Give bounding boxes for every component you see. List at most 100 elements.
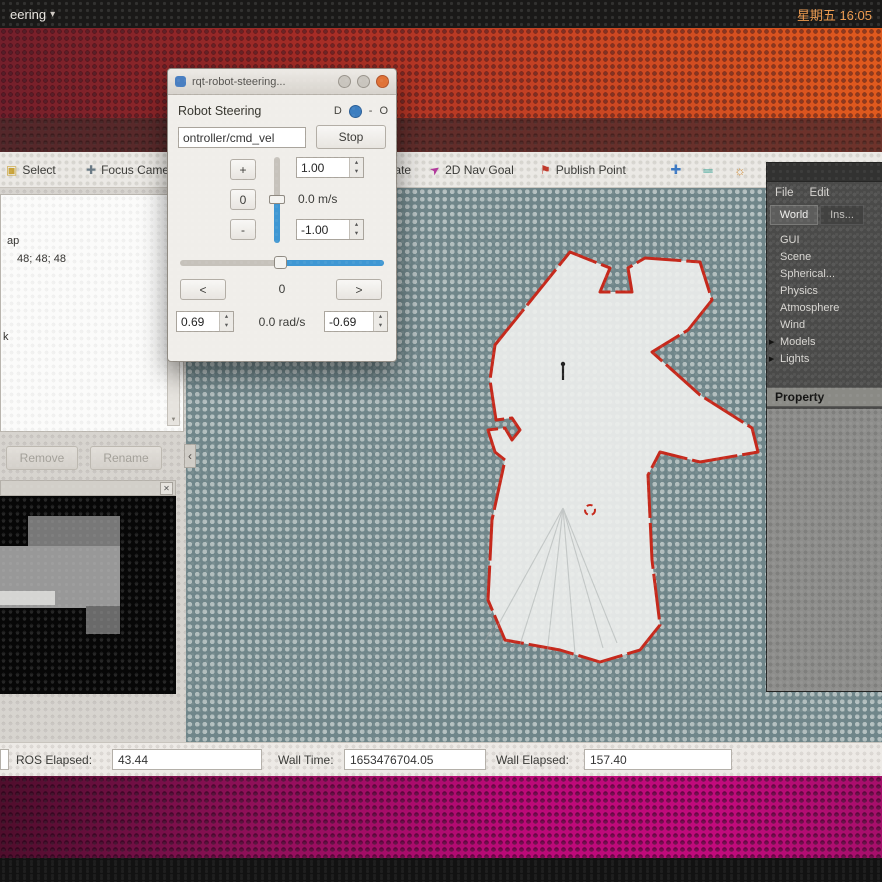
linear-max-spinbox[interactable]: 1.00 ▴ ▾: [296, 157, 364, 178]
spinner-arrows[interactable]: ▴ ▾: [349, 158, 363, 177]
linear-increase-button[interactable]: +: [230, 159, 256, 180]
collapse-icon: ‹: [188, 449, 192, 463]
angular-slider-fill: [284, 260, 384, 266]
bottom-bezel: [0, 858, 882, 882]
steering-window-title: rqt-robot-steering...: [192, 76, 332, 88]
gazebo-world-tree: GUI Scene Spherical... Physics Atmospher…: [767, 231, 882, 367]
wall-elapsed-field[interactable]: 157.40: [584, 749, 732, 770]
tool-move-button[interactable]: ✚: [664, 158, 688, 182]
plus-label: +: [239, 163, 246, 177]
linear-decrease-button[interactable]: -: [230, 219, 256, 240]
linear-slider-handle[interactable]: [269, 195, 285, 204]
ros-elapsed-field[interactable]: 43.44: [112, 749, 262, 770]
gazebo-panel: File Edit World Ins... GUI Scene Spheric…: [766, 162, 882, 692]
angular-min-value[interactable]: -0.69: [325, 312, 373, 331]
brightness-icon: ☼: [734, 163, 746, 178]
tree-item-label: Lights: [780, 353, 809, 365]
wall-elapsed-label: Wall Elapsed:: [496, 753, 569, 767]
spinner-arrows[interactable]: ▴ ▾: [219, 312, 233, 331]
rviz-toolbar: ▣ Select ✚ Focus Camera ✚ 2D Pose Estima…: [0, 152, 882, 188]
angular-slider-handle[interactable]: [274, 256, 287, 269]
wall-elapsed-value: 157.40: [590, 753, 627, 767]
display-item-k[interactable]: k: [3, 331, 9, 343]
spin-down-icon[interactable]: ▾: [374, 322, 387, 332]
angular-min-spinbox[interactable]: -0.69 ▴ ▾: [324, 311, 388, 332]
close-button[interactable]: [376, 75, 389, 88]
topbar-app-title[interactable]: eering: [10, 7, 46, 22]
tree-item-physics[interactable]: Physics: [767, 282, 882, 299]
display-item-color-value[interactable]: 48; 48; 48: [17, 253, 66, 265]
tab-insert[interactable]: Ins...: [820, 205, 864, 225]
tree-item-scene[interactable]: Scene: [767, 248, 882, 265]
image-panel-close-button[interactable]: ✕: [160, 482, 173, 495]
tree-item-spherical[interactable]: Spherical...: [767, 265, 882, 282]
tree-item-label: Scene: [780, 251, 811, 263]
topic-input[interactable]: ontroller/cmd_vel: [178, 127, 306, 148]
tool-select[interactable]: ▣ Select: [6, 152, 56, 187]
panel-collapse-button[interactable]: ‹: [184, 444, 196, 468]
wallpaper-bottom: [0, 776, 882, 858]
tool-select-label: Select: [22, 163, 55, 177]
spin-down-icon[interactable]: ▾: [350, 168, 363, 178]
ros-elapsed-label: ROS Elapsed:: [16, 753, 92, 767]
spinner-arrows[interactable]: ▴ ▾: [349, 220, 363, 239]
linear-zero-button[interactable]: 0: [230, 189, 256, 210]
tree-item-atmosphere[interactable]: Atmosphere: [767, 299, 882, 316]
tree-arrow-icon[interactable]: ▶: [769, 355, 774, 363]
angular-left-button[interactable]: <: [180, 279, 226, 300]
dock-d-button[interactable]: D: [334, 105, 342, 117]
menu-file[interactable]: File: [775, 187, 794, 199]
angular-right-button[interactable]: >: [336, 279, 382, 300]
spin-up-icon[interactable]: ▴: [374, 312, 387, 322]
tree-item-gui[interactable]: GUI: [767, 231, 882, 248]
screen: eering ▾ 星期五 16:05 ▣ Select ✚ Focus Came…: [0, 0, 882, 882]
status-field-stub[interactable]: [0, 749, 9, 770]
spin-down-icon[interactable]: ▾: [220, 322, 233, 332]
tree-item-wind[interactable]: Wind: [767, 316, 882, 333]
tool-2d-nav-goal[interactable]: ➤ 2D Nav Goal: [430, 152, 514, 187]
tree-item-lights[interactable]: ▶ Lights: [767, 350, 882, 367]
tool-publish-point[interactable]: ⚑ Publish Point: [540, 152, 626, 187]
stop-button[interactable]: Stop: [316, 125, 386, 149]
linear-min-value[interactable]: -1.00: [297, 220, 349, 239]
remove-button[interactable]: Remove: [6, 446, 78, 470]
display-item-map[interactable]: ap: [7, 235, 19, 247]
steering-panel-title: Robot Steering: [178, 104, 327, 118]
angular-max-value[interactable]: 0.69: [177, 312, 219, 331]
tree-arrow-icon[interactable]: ▶: [769, 338, 774, 346]
spin-up-icon[interactable]: ▴: [350, 220, 363, 230]
spin-up-icon[interactable]: ▴: [350, 158, 363, 168]
angular-max-spinbox[interactable]: 0.69 ▴ ▾: [176, 311, 234, 332]
move-icon: ✚: [671, 162, 682, 178]
spin-up-icon[interactable]: ▴: [220, 312, 233, 322]
tree-item-label: Wind: [780, 319, 805, 331]
steering-window-titlebar[interactable]: rqt-robot-steering...: [168, 69, 396, 95]
scroll-down-icon[interactable]: ▼: [168, 415, 179, 425]
linear-min-spinbox[interactable]: -1.00 ▴ ▾: [296, 219, 364, 240]
dock-minimize-button[interactable]: -: [369, 105, 373, 117]
rename-button[interactable]: Rename: [90, 446, 162, 470]
map-image-shape: [28, 516, 120, 548]
tool-brightness-button[interactable]: ☼: [728, 158, 752, 182]
minus-label: -: [241, 223, 245, 237]
spin-down-icon[interactable]: ▾: [350, 230, 363, 240]
minimize-button[interactable]: [338, 75, 351, 88]
menu-edit[interactable]: Edit: [810, 187, 830, 199]
wall-time-field[interactable]: 1653476704.05: [344, 749, 486, 770]
tool-zoom-button[interactable]: ═: [696, 158, 720, 182]
chevron-down-icon: ▾: [50, 9, 55, 20]
globe-icon[interactable]: [349, 105, 362, 118]
spinner-arrows[interactable]: ▴ ▾: [373, 312, 387, 331]
dock-close-button[interactable]: O: [379, 105, 388, 117]
tool-focus-camera[interactable]: ✚ Focus Camera: [86, 152, 180, 187]
maximize-button[interactable]: [357, 75, 370, 88]
tab-world[interactable]: World: [770, 205, 818, 225]
tree-item-models[interactable]: ▶ Models: [767, 333, 882, 350]
publish-point-icon: ⚑: [540, 163, 551, 177]
system-clock[interactable]: 星期五 16:05: [797, 5, 872, 24]
linear-speed-label: 0.0 m/s: [298, 192, 337, 206]
tree-item-label: Physics: [780, 285, 818, 297]
linear-slider-fill: [274, 200, 280, 243]
property-body: [767, 409, 882, 692]
linear-max-value[interactable]: 1.00: [297, 158, 349, 177]
